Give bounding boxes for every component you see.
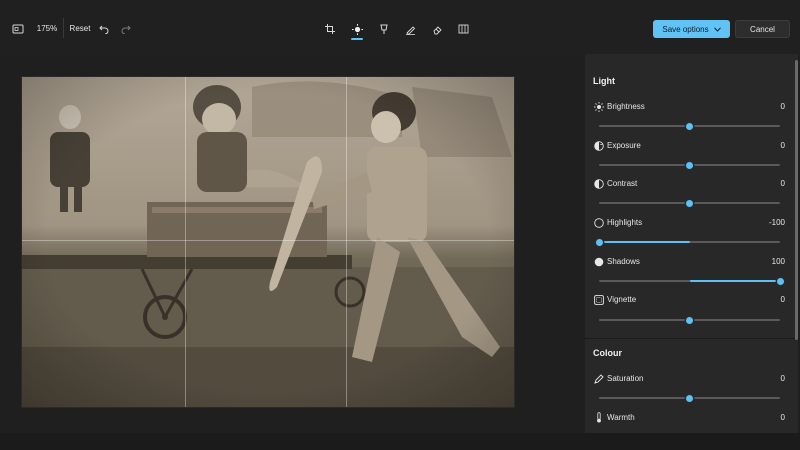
background-icon[interactable] (453, 19, 473, 39)
shadows-slider[interactable] (599, 277, 784, 285)
brightness-label: Brightness (607, 102, 645, 111)
vignette-label: Vignette (607, 295, 637, 304)
panel-scrollbar[interactable] (795, 60, 798, 340)
cancel-button[interactable]: Cancel (735, 20, 790, 38)
zoom-level[interactable]: 175% (36, 22, 58, 34)
edited-photo[interactable] (22, 77, 514, 407)
grid-line-horizontal (22, 240, 514, 241)
photo-image (22, 77, 514, 407)
shadows-label: Shadows (607, 257, 640, 266)
light-section-title: Light (593, 76, 615, 86)
exposure-value: 0 (780, 141, 785, 150)
saturation-slider[interactable] (599, 394, 780, 402)
vignette-value: 0 (780, 295, 785, 304)
highlights-icon (593, 217, 604, 228)
warmth-value: 0 (780, 413, 785, 422)
slider-thumb[interactable] (686, 316, 693, 324)
brightness-value: 0 (780, 102, 785, 111)
highlights-label: Highlights (607, 218, 643, 227)
brightness-slider[interactable] (599, 122, 780, 130)
shadows-value: 100 (771, 257, 785, 266)
contrast-icon (593, 178, 604, 189)
top-toolbar: 175% Reset Save options Cancel (0, 0, 800, 56)
colour-section-title: Colour (593, 348, 622, 358)
exposure-label: Exposure (607, 141, 641, 150)
grid-line-vertical (346, 77, 347, 407)
warmth-label: Warmth (607, 413, 635, 422)
slider-thumb[interactable] (776, 277, 784, 285)
slider-thumb[interactable] (595, 238, 603, 246)
adjust-icon[interactable] (347, 19, 367, 39)
slider-thumb[interactable] (686, 161, 693, 169)
aspect-ratio-icon[interactable] (8, 19, 28, 39)
active-tool-indicator (351, 38, 363, 40)
slider-fill (689, 280, 780, 282)
saturation-icon (593, 373, 604, 384)
saturation-label: Saturation (607, 374, 644, 383)
redo-icon[interactable] (116, 19, 136, 39)
save-options-button[interactable]: Save options (653, 20, 730, 38)
toolbar-separator (63, 18, 64, 38)
brightness-icon (593, 101, 604, 112)
warmth-icon (593, 412, 604, 423)
saturation-value: 0 (780, 374, 785, 383)
shadows-icon (593, 256, 604, 267)
vignette-slider[interactable] (599, 316, 780, 324)
contrast-label: Contrast (607, 179, 638, 188)
highlights-slider[interactable] (595, 238, 780, 246)
slider-thumb[interactable] (686, 199, 693, 207)
slider-thumb[interactable] (686, 122, 693, 130)
contrast-value: 0 (780, 179, 785, 188)
crop-icon[interactable] (320, 19, 340, 39)
vignette-icon (593, 294, 604, 305)
contrast-slider[interactable] (599, 199, 780, 207)
grid-line-vertical (185, 77, 186, 407)
slider-fill (599, 241, 690, 243)
bottom-bar (0, 433, 800, 450)
adjustments-panel: Light Brightness 0 Exposure 0 Contrast 0… (585, 54, 798, 434)
section-divider (585, 338, 798, 339)
photo-canvas (0, 56, 582, 450)
chevron-down-icon (713, 25, 721, 34)
reset-button[interactable]: Reset (69, 22, 91, 34)
erase-icon[interactable] (427, 19, 447, 39)
exposure-slider[interactable] (599, 161, 780, 169)
exposure-icon (593, 140, 604, 151)
undo-icon[interactable] (94, 19, 114, 39)
slider-thumb[interactable] (686, 394, 693, 402)
save-options-label: Save options (662, 24, 709, 34)
markup-icon[interactable] (400, 19, 420, 39)
highlights-value: -100 (768, 218, 785, 227)
filter-icon[interactable] (374, 19, 394, 39)
